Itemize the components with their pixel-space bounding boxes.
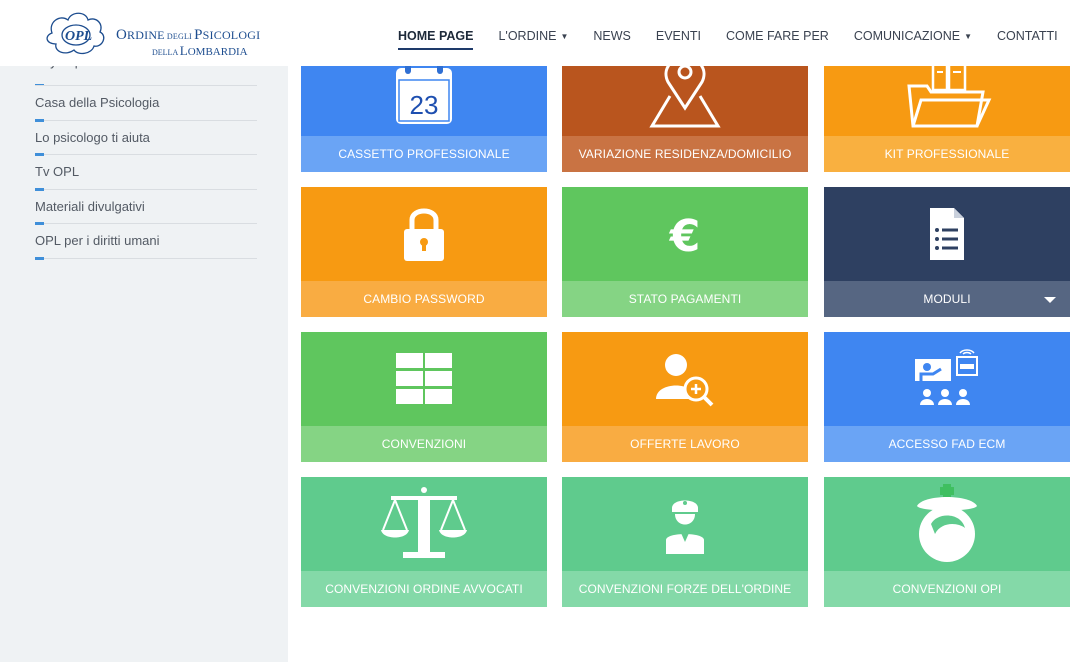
officer-icon — [562, 477, 808, 571]
logo-word: RDINE — [127, 28, 165, 42]
nav-contatti[interactable]: CONTATTI — [997, 29, 1058, 43]
logo-word: DELLA — [152, 48, 180, 57]
nav-eventi[interactable]: EVENTI — [656, 29, 701, 43]
tile-convenzioni-ordine-avvocati[interactable]: CONVENZIONI ORDINE AVVOCATI — [301, 477, 547, 607]
sidebar-item-materiali-divulgativi[interactable]: Materiali divulgativi — [35, 190, 257, 225]
nav-news[interactable]: NEWS — [593, 29, 631, 43]
opl-logo[interactable]: OPL ORDINE DEGLI PSICOLOGI DELLA LOMBARD… — [38, 8, 260, 58]
folder-icon — [824, 66, 1070, 136]
top-header: OPL ORDINE DEGLI PSICOLOGI DELLA LOMBARD… — [0, 0, 1080, 66]
tile-stato-pagamenti[interactable]: € STATO PAGAMENTI — [562, 187, 808, 317]
nav-label: COME FARE PER — [726, 29, 829, 43]
document-list-icon — [824, 187, 1070, 281]
tile-label: OFFERTE LAVORO — [562, 426, 808, 462]
calendar-icon: 23 — [301, 66, 547, 136]
caret-down-icon: ▼ — [964, 31, 972, 41]
nav-l-ordine[interactable]: L'ORDINE ▼ — [498, 29, 568, 43]
tile-label: ACCESSO FAD ECM — [824, 426, 1070, 462]
padlock-icon — [301, 187, 547, 281]
logo-word: SICOLOGI — [202, 28, 261, 42]
nav-label: EVENTI — [655, 29, 702, 43]
svg-text:OPL: OPL — [65, 29, 92, 44]
nurse-icon — [824, 477, 1070, 571]
sidebar-item-lo-psicologo-ti-aiuta[interactable]: Lo psicologo ti aiuta — [35, 121, 257, 156]
tile-label: KIT PROFESSIONALE — [824, 136, 1070, 172]
nav-home-page[interactable]: HOME PAGE — [398, 29, 474, 50]
nav-come-fare-per[interactable]: COME FARE PER — [726, 29, 829, 43]
tile-label: CASSETTO PROFESSIONALE — [301, 136, 547, 172]
sidebar-item-label: Materiali divulgativi — [35, 198, 145, 214]
logo-letter: O — [116, 27, 128, 43]
tile-label-text: MODULI — [923, 292, 971, 306]
map-pin-icon — [562, 66, 808, 136]
sidebar-item-label: Tv OPL — [35, 164, 80, 179]
logo-word: OMBARDIA — [187, 46, 248, 58]
tile-convenzioni[interactable]: CONVENZIONI — [301, 332, 547, 462]
tile-label: STATO PAGAMENTI — [562, 281, 808, 317]
sidebar-item-tv-opl[interactable]: Tv OPL — [35, 155, 257, 191]
logo-word: DEGLI — [164, 32, 195, 41]
nav-label: HOME PAGE — [398, 29, 474, 43]
nav-label: COMUNICAZIONE — [853, 29, 961, 43]
opl-emblem-icon: OPL — [46, 12, 105, 55]
logo-letter: L — [179, 43, 188, 58]
sidebar-item-label: Lo psicologo ti aiuta — [35, 129, 150, 145]
nav-comunicazione[interactable]: COMUNICAZIONE ▼ — [854, 29, 972, 43]
caret-down-icon: ▼ — [560, 31, 569, 41]
user-search-icon — [562, 332, 808, 426]
sidebar-item-marker — [35, 256, 44, 260]
sidebar-menu: Psymap Casa della Psicologia Lo psicolog… — [35, 60, 257, 260]
tile-label: VARIAZIONE RESIDENZA/DOMICILIO — [562, 136, 808, 172]
sidebar-item-opl-per-i-diritti-umani[interactable]: OPL per i diritti umani — [35, 224, 257, 260]
sidebar-item-label: Casa della Psicologia — [35, 95, 160, 110]
main-nav: HOME PAGE L'ORDINE ▼ NEWS EVENTI COME FAR… — [398, 26, 1058, 50]
sidebar: Psymap Casa della Psicologia Lo psicolog… — [0, 0, 288, 662]
grid-icon — [301, 332, 547, 426]
logo-wordmark: ORDINE DEGLI PSICOLOGI DELLA LOMBARDIA — [116, 28, 260, 58]
online-class-icon — [824, 332, 1070, 426]
dropdown-caret-icon[interactable] — [1044, 297, 1056, 303]
tile-variazione-residenza-domicilio[interactable]: VARIAZIONE RESIDENZA/DOMICILIO — [562, 66, 808, 172]
tile-label: CONVENZIONI ORDINE AVVOCATI — [301, 571, 547, 607]
nav-label: L'ORDINE — [498, 29, 557, 43]
nav-label: NEWS — [593, 29, 631, 43]
logo-letter: P — [194, 27, 203, 43]
tile-offerte-lavoro[interactable]: OFFERTE LAVORO — [562, 332, 808, 462]
tile-convenzioni-forze-dell-ordine[interactable]: CONVENZIONI FORZE DELL'ORDINE — [562, 477, 808, 607]
tile-moduli[interactable]: MODULI — [824, 187, 1070, 317]
tile-label: CAMBIO PASSWORD — [301, 281, 547, 317]
tile-label: CONVENZIONI OPI — [824, 571, 1070, 607]
tile-label: CONVENZIONI — [301, 426, 547, 462]
svg-text:€: € — [669, 211, 701, 262]
calendar-day: 23 — [410, 90, 439, 120]
sidebar-item-casa-della-psicologia[interactable]: Casa della Psicologia — [35, 86, 257, 122]
scales-icon — [301, 477, 547, 571]
tile-kit-professionale[interactable]: KIT PROFESSIONALE — [824, 66, 1070, 172]
tile-convenzioni-opi[interactable]: CONVENZIONI OPI — [824, 477, 1070, 607]
tile-cassetto-professionale[interactable]: 23 CASSETTO PROFESSIONALE — [301, 66, 547, 172]
tile-cambio-password[interactable]: CAMBIO PASSWORD — [301, 187, 547, 317]
tile-label: CONVENZIONI FORZE DELL'ORDINE — [562, 571, 808, 607]
tile-label: MODULI — [824, 281, 1070, 317]
tile-accesso-fad-ecm[interactable]: ACCESSO FAD ECM — [824, 332, 1070, 462]
nav-label: CONTATTI — [996, 29, 1058, 43]
euro-icon: € — [562, 187, 808, 281]
sidebar-item-label: OPL per i diritti umani — [35, 233, 160, 248]
